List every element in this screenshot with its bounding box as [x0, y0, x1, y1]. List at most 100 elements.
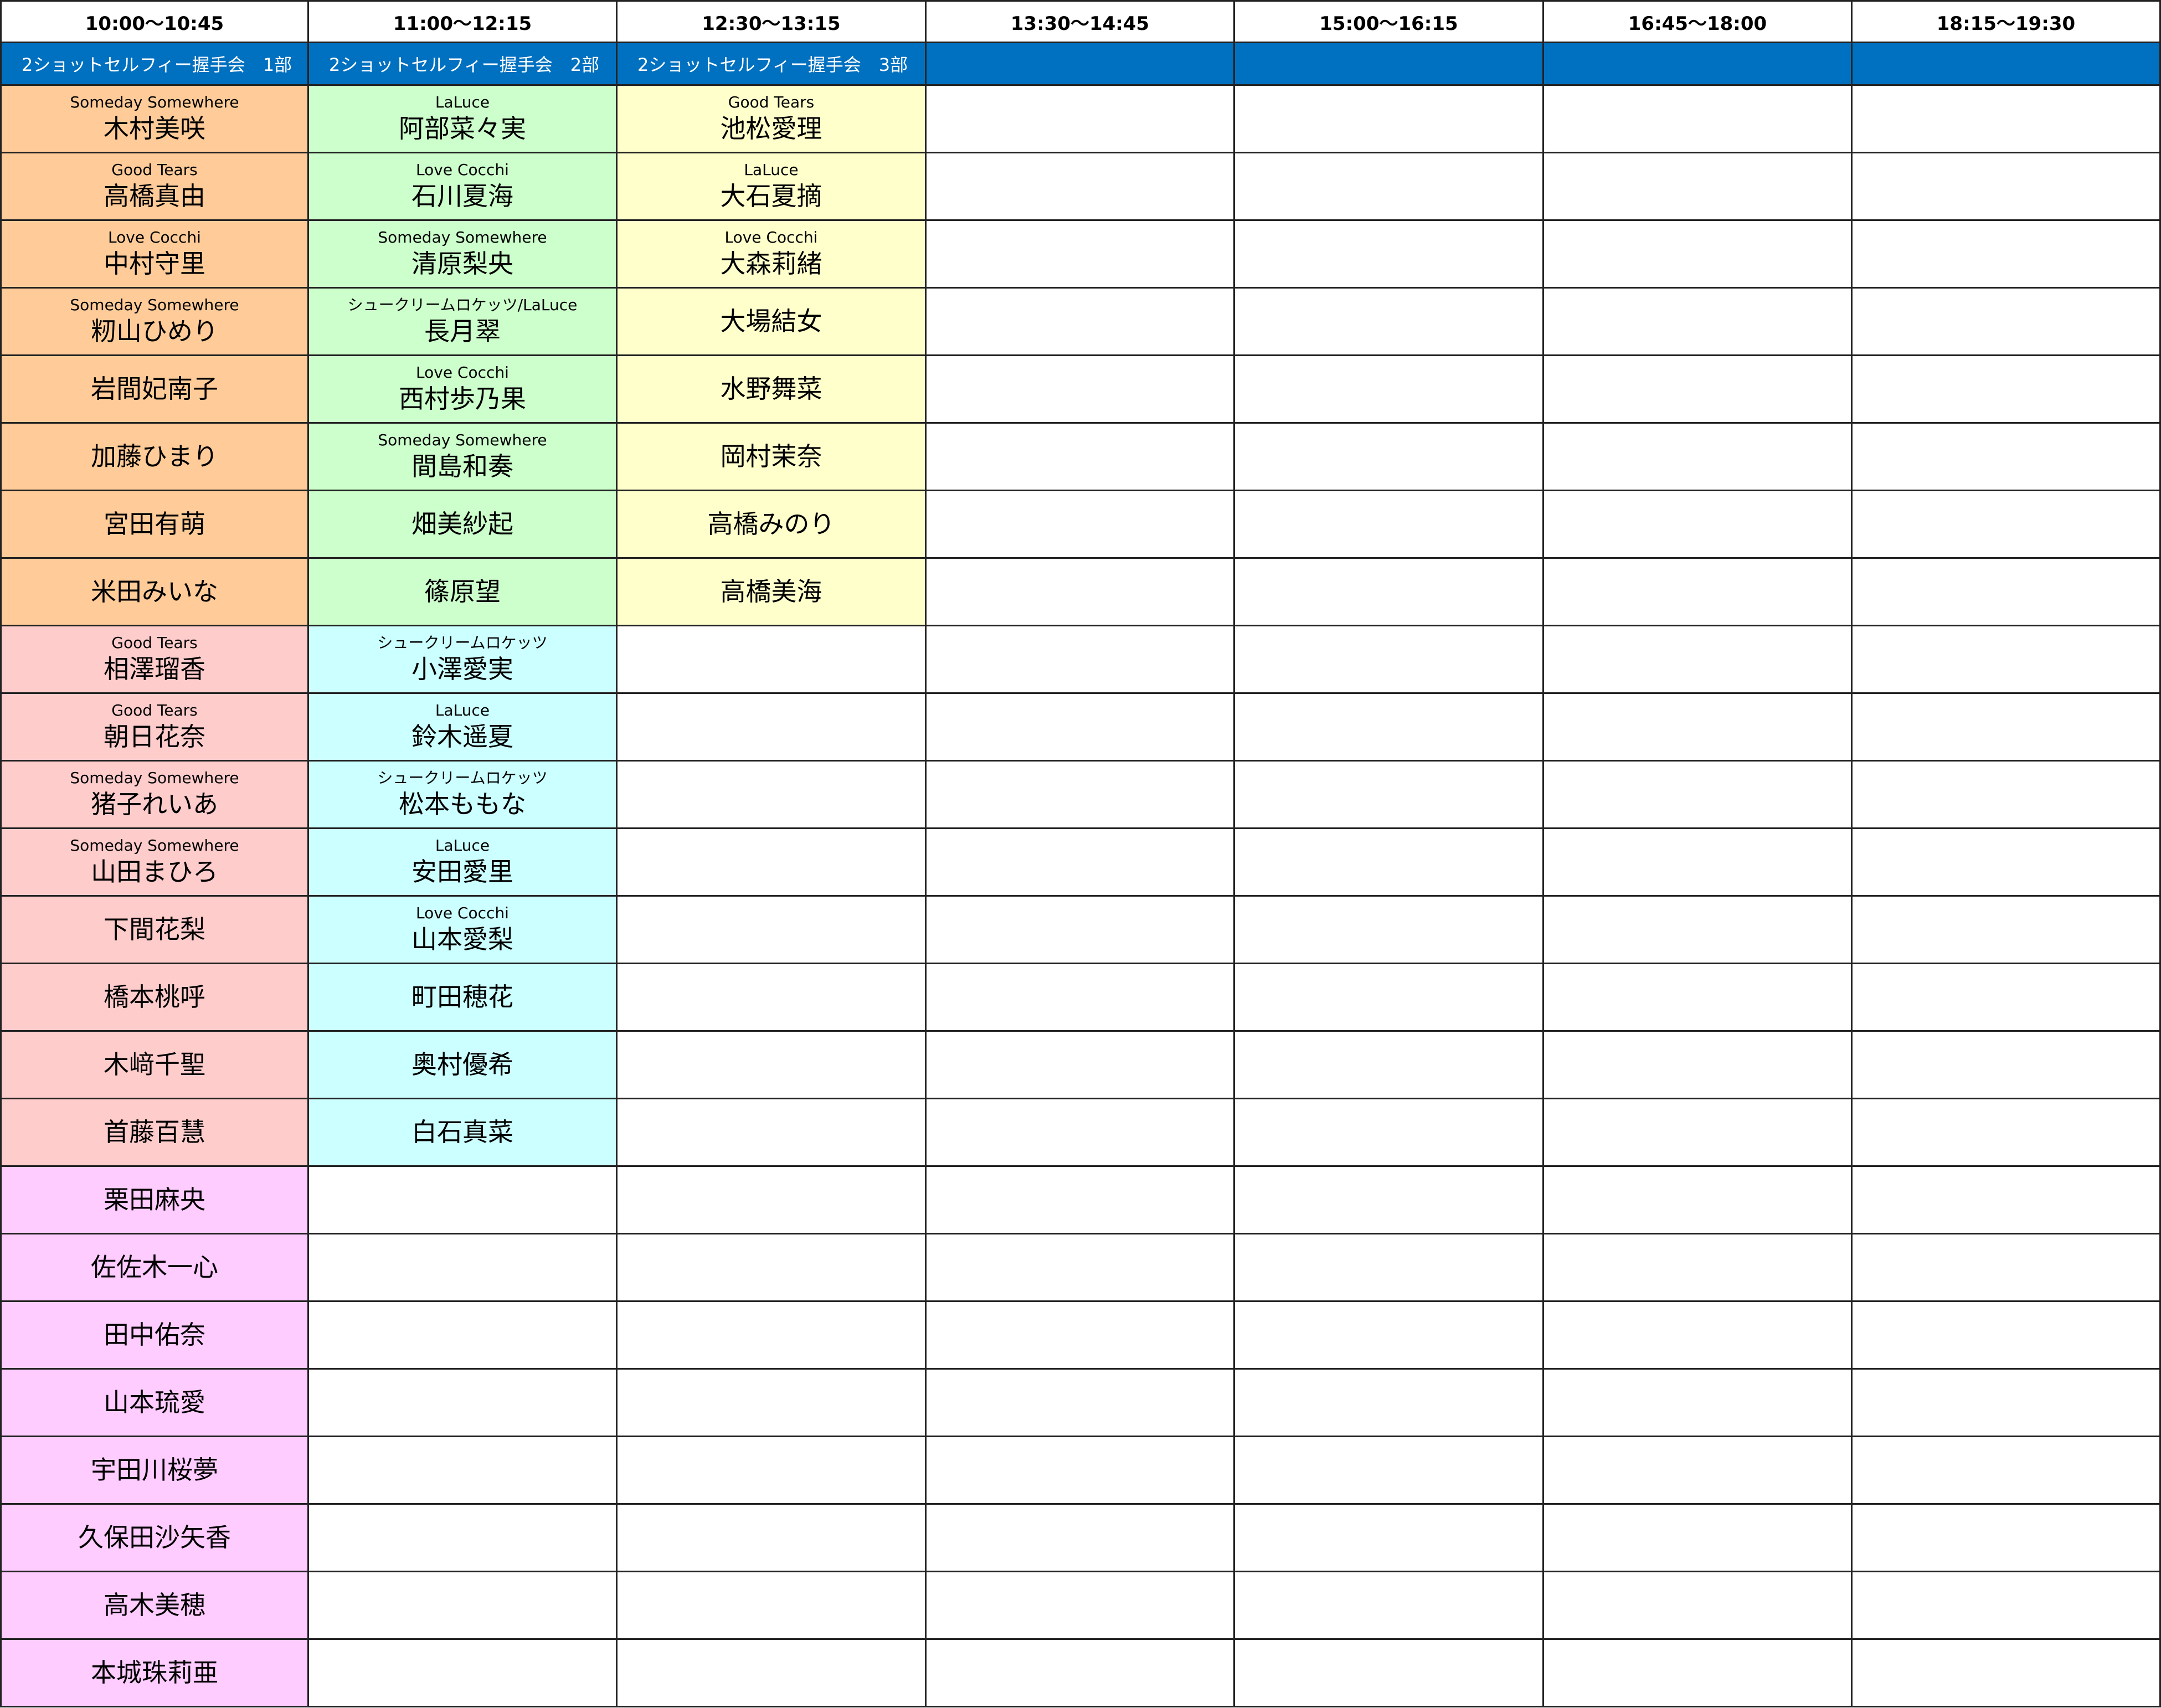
empty-cell — [1853, 829, 2161, 897]
group-name: シュークリームロケッツ — [377, 634, 548, 652]
empty-cell — [927, 221, 1235, 289]
member-cell: LaLuce 大石夏摘 — [618, 153, 927, 221]
member-cell: 篠原望 — [309, 559, 618, 626]
time-slot-label: 11:00～12:15 — [393, 12, 532, 35]
empty-cell — [1853, 356, 2161, 424]
member-name: 白石真菜 — [411, 1117, 513, 1148]
empty-cell — [618, 1572, 927, 1640]
member-name: 間島和奏 — [411, 451, 513, 482]
member-name: 栗田麻央 — [104, 1185, 205, 1215]
group-name: Love Cocchi — [108, 228, 201, 247]
member-cell: Good Tears 高橋真由 — [0, 153, 309, 221]
empty-cell — [1544, 1032, 1853, 1099]
empty-cell — [618, 1099, 927, 1167]
empty-cell — [309, 1234, 618, 1302]
empty-cell — [1235, 694, 1544, 762]
empty-cell — [1544, 221, 1853, 289]
time-slot-label: 10:00～10:45 — [85, 12, 224, 35]
member-name: 首藤百慧 — [104, 1117, 205, 1148]
empty-cell — [1853, 1572, 2161, 1640]
empty-cell — [1853, 694, 2161, 762]
member-cell: 大場結女 — [618, 289, 927, 356]
member-name: 長月翠 — [424, 316, 501, 347]
member-name: 池松愛理 — [720, 114, 822, 144]
member-cell: 下間花梨 — [0, 897, 309, 964]
empty-cell — [1235, 1505, 1544, 1572]
member-cell: 高木美穂 — [0, 1572, 309, 1640]
group-name: シュークリームロケッツ — [377, 769, 548, 788]
empty-cell — [1544, 86, 1853, 153]
group-name: Someday Somewhere — [70, 769, 239, 788]
member-cell: 高橋美海 — [618, 559, 927, 626]
empty-cell — [1544, 964, 1853, 1032]
session-label-cell — [927, 43, 1235, 86]
member-name: 米田みいな — [91, 577, 218, 607]
member-cell: Someday Somewhere 清原梨央 — [309, 221, 618, 289]
empty-cell — [1544, 626, 1853, 694]
empty-cell — [618, 1370, 927, 1437]
empty-cell — [1544, 289, 1853, 356]
group-name: LaLuce — [435, 701, 490, 720]
empty-cell — [927, 1234, 1235, 1302]
session-label: 2ショットセルフィー握手会 1部 — [22, 54, 292, 75]
empty-cell — [927, 1370, 1235, 1437]
empty-cell — [927, 762, 1235, 829]
empty-cell — [1544, 1234, 1853, 1302]
member-name: 松本ももな — [399, 789, 526, 820]
empty-cell — [1235, 1234, 1544, 1302]
empty-cell — [1853, 1437, 2161, 1505]
empty-cell — [1853, 559, 2161, 626]
empty-cell — [618, 829, 927, 897]
member-name: 籾山ひめり — [91, 316, 218, 347]
empty-cell — [1853, 897, 2161, 964]
member-cell: Someday Somewhere 山田まひろ — [0, 829, 309, 897]
member-cell: 宮田有萌 — [0, 491, 309, 559]
empty-cell — [1235, 491, 1544, 559]
member-name: 阿部菜々実 — [399, 114, 526, 144]
empty-cell — [1235, 1437, 1544, 1505]
group-name: Someday Somewhere — [70, 296, 239, 315]
member-cell: Love Cocchi 中村守里 — [0, 221, 309, 289]
empty-cell — [927, 964, 1235, 1032]
member-name: 久保田沙矢香 — [78, 1522, 231, 1553]
member-name: 篠原望 — [424, 577, 501, 607]
time-slot-label: 15:00～16:15 — [1319, 12, 1458, 35]
member-cell: 米田みいな — [0, 559, 309, 626]
member-cell: 本城珠莉亜 — [0, 1640, 309, 1707]
time-slot-header: 12:30～13:15 — [618, 0, 927, 43]
empty-cell — [1853, 153, 2161, 221]
empty-cell — [927, 424, 1235, 491]
group-name: シュークリームロケッツ/LaLuce — [347, 296, 578, 315]
time-slot-header: 16:45～18:00 — [1544, 0, 1853, 43]
time-slot-label: 13:30～14:45 — [1010, 12, 1150, 35]
member-cell: Someday Somewhere 間島和奏 — [309, 424, 618, 491]
empty-cell — [309, 1370, 618, 1437]
member-cell: 木﨑千聖 — [0, 1032, 309, 1099]
member-cell: 加藤ひまり — [0, 424, 309, 491]
group-name: LaLuce — [435, 93, 490, 112]
empty-cell — [1235, 1302, 1544, 1370]
empty-cell — [1235, 1167, 1544, 1234]
time-slot-header: 18:15～19:30 — [1853, 0, 2161, 43]
empty-cell — [927, 1302, 1235, 1370]
empty-cell — [1853, 1302, 2161, 1370]
empty-cell — [1235, 289, 1544, 356]
member-cell: 田中佑奈 — [0, 1302, 309, 1370]
session-label-cell — [1235, 43, 1544, 86]
session-label-cell: 2ショットセルフィー握手会 2部 — [309, 43, 618, 86]
empty-cell — [927, 1572, 1235, 1640]
member-cell: 橋本桃呼 — [0, 964, 309, 1032]
member-name: 大石夏摘 — [720, 181, 822, 212]
empty-cell — [1544, 559, 1853, 626]
time-slot-header: 13:30～14:45 — [927, 0, 1235, 43]
member-cell: Love Cocchi 大森莉緒 — [618, 221, 927, 289]
member-name: 佐佐木一心 — [91, 1252, 218, 1283]
empty-cell — [309, 1167, 618, 1234]
group-name: LaLuce — [435, 836, 490, 855]
group-name: Good Tears — [728, 93, 815, 112]
empty-cell — [618, 1640, 927, 1707]
empty-cell — [1544, 1572, 1853, 1640]
member-cell: シュークリームロケッツ/LaLuce 長月翠 — [309, 289, 618, 356]
member-name: 大場結女 — [720, 306, 822, 337]
empty-cell — [927, 1640, 1235, 1707]
